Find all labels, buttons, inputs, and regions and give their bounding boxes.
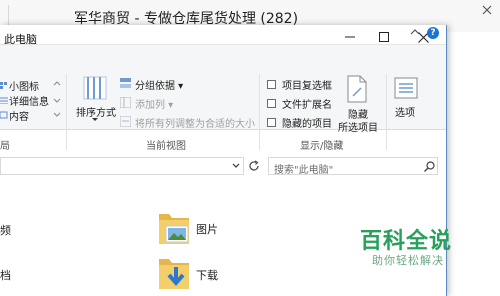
hide-selected-icon xyxy=(347,75,367,103)
pictures-folder-icon xyxy=(159,214,189,244)
downloads-label[interactable]: 下载 xyxy=(196,267,218,283)
help-icon[interactable]: ? xyxy=(427,27,439,39)
address-dropdown-icon[interactable] xyxy=(232,163,240,169)
small-icons-icon xyxy=(0,82,7,89)
sort-dropdown-icon xyxy=(92,118,98,121)
current-view-group-label: 当前视图 xyxy=(146,141,186,152)
file-extensions-checkbox[interactable] xyxy=(267,99,276,108)
collapse-ribbon-icon[interactable] xyxy=(410,28,420,36)
hidden-items-checkbox[interactable] xyxy=(267,118,276,127)
watermark-subtitle: 助你轻松解决 xyxy=(372,254,444,267)
layout-details[interactable]: 详细信息 xyxy=(9,93,49,108)
item-checkboxes-label[interactable]: 项目复选框 xyxy=(282,77,332,92)
background-divider xyxy=(8,5,9,27)
add-column-icon xyxy=(120,97,131,108)
search-input[interactable]: 搜索"此电脑" xyxy=(274,161,333,176)
partial-item-label-1: 频 xyxy=(0,224,11,237)
group-by-button[interactable]: 分组依据 ▾ xyxy=(135,77,183,92)
address-bar[interactable] xyxy=(0,157,244,175)
hidden-items-label[interactable]: 隐藏的项目 xyxy=(282,115,332,130)
file-extensions-label[interactable]: 文件扩展名 xyxy=(282,96,332,111)
options-button[interactable]: 选项 xyxy=(395,104,415,119)
search-box[interactable]: 搜索"此电脑" xyxy=(268,157,438,176)
fit-columns-button[interactable]: 将所有列调整为合适的大小 xyxy=(135,115,255,130)
fit-columns-icon xyxy=(120,116,131,127)
minimize-icon xyxy=(345,36,355,38)
layout-group-label: 局 xyxy=(0,141,10,152)
details-icon xyxy=(0,97,8,104)
watermark-title: 百科全说 xyxy=(360,229,453,254)
maximize-icon xyxy=(379,32,389,42)
group-by-label: 分组依据 xyxy=(135,81,175,92)
item-checkboxes-checkbox[interactable] xyxy=(267,80,276,89)
show-hide-group-label: 显示/隐藏 xyxy=(300,141,344,152)
layout-content[interactable]: 内容 xyxy=(9,108,29,123)
search-icon[interactable] xyxy=(424,161,435,172)
refresh-icon[interactable] xyxy=(248,160,260,172)
sort-by-button[interactable]: 排序方式 xyxy=(76,104,116,119)
content-icon xyxy=(0,111,8,119)
layout-scroll-icon[interactable] xyxy=(53,81,61,121)
sort-by-icon xyxy=(83,76,107,100)
options-icon xyxy=(394,77,418,99)
background-close-icon[interactable] xyxy=(480,3,494,17)
group-by-icon xyxy=(120,78,131,88)
layout-small-icons[interactable]: 小图标 xyxy=(9,78,39,93)
ribbon-separator xyxy=(259,74,260,150)
ribbon-separator xyxy=(386,74,387,150)
partial-item-label-2: 档 xyxy=(0,269,11,282)
add-column-button[interactable]: 添加列 ▾ xyxy=(135,96,173,111)
pictures-label[interactable]: 图片 xyxy=(196,221,218,237)
add-column-label: 添加列 xyxy=(135,100,165,111)
ribbon-separator xyxy=(66,74,67,150)
hide-selected-label-2[interactable]: 所选项目 xyxy=(338,119,378,134)
downloads-folder-icon xyxy=(159,259,189,289)
